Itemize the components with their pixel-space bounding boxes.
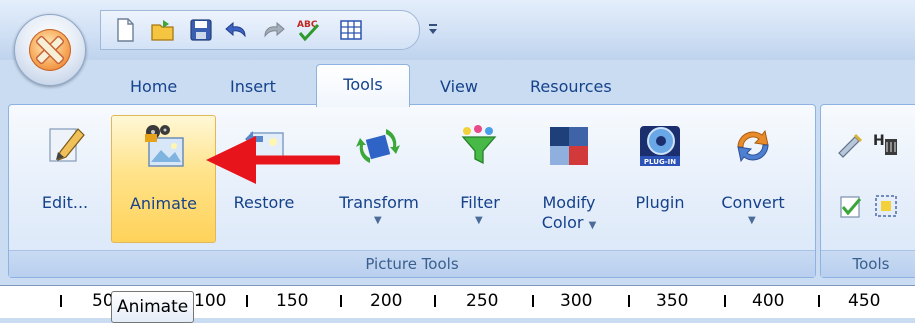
ribbon-tabs: Home Insert Tools View Resources bbox=[0, 60, 915, 107]
modify-color-label-line1: Modify bbox=[542, 193, 596, 212]
convert-dropdown-icon: ▼ bbox=[748, 215, 756, 226]
restore-button-label: Restore bbox=[233, 193, 295, 212]
ruler-tick bbox=[724, 295, 726, 307]
modify-color-dropdown-icon: ▼ bbox=[588, 220, 597, 231]
film-animate-icon bbox=[144, 125, 184, 167]
transform-button[interactable]: Transform ▼ bbox=[327, 115, 431, 241]
office-logo-icon bbox=[35, 35, 65, 65]
undo-icon[interactable] bbox=[223, 16, 251, 44]
tab-resources[interactable]: Resources bbox=[528, 70, 614, 104]
modify-color-label-line2: Color ▼ bbox=[525, 213, 613, 236]
transform-dropdown-icon: ▼ bbox=[374, 215, 382, 226]
annotation-arrow-icon bbox=[206, 136, 340, 184]
plugin-button-label: Plugin bbox=[635, 193, 685, 212]
svg-text:PLUG-IN: PLUG-IN bbox=[644, 158, 676, 166]
wand-icon[interactable] bbox=[835, 129, 865, 159]
ruler-tick bbox=[628, 295, 630, 307]
ruler-label: 150 bbox=[276, 291, 309, 311]
edit-button[interactable]: Edit... bbox=[25, 115, 105, 241]
modify-color-button[interactable]: Modify Color ▼ bbox=[525, 115, 613, 241]
ruler-label: 200 bbox=[370, 291, 403, 311]
quick-access-toolbar: ABC bbox=[100, 10, 420, 50]
plugin-cube-icon: PLUG-IN bbox=[640, 126, 680, 166]
save-icon[interactable] bbox=[187, 16, 215, 44]
spelling-check-icon[interactable]: ABC bbox=[295, 16, 323, 44]
filter-button[interactable]: Filter ▼ bbox=[441, 115, 519, 241]
ruler-label: 450 bbox=[848, 291, 881, 311]
animate-button-label: Animate bbox=[129, 194, 198, 213]
color-squares-icon bbox=[550, 127, 588, 165]
tab-view[interactable]: View bbox=[438, 70, 480, 104]
svg-text:H: H bbox=[873, 133, 885, 149]
customize-quick-access-icon[interactable] bbox=[426, 20, 440, 38]
filter-button-label: Filter bbox=[460, 193, 500, 212]
ruler-label: 100 bbox=[194, 291, 227, 311]
picture-tools-group-label: Picture Tools bbox=[9, 250, 815, 277]
table-icon[interactable] bbox=[337, 16, 365, 44]
office-button[interactable] bbox=[14, 14, 86, 86]
tools-group-label: Tools bbox=[821, 250, 915, 277]
ruler-tick bbox=[434, 295, 436, 307]
transform-button-label: Transform bbox=[339, 193, 419, 212]
convert-arrows-icon bbox=[737, 129, 769, 163]
modify-color-label: Modify Color ▼ bbox=[525, 193, 613, 236]
convert-button[interactable]: Convert ▼ bbox=[709, 115, 797, 241]
plugin-button[interactable]: PLUG-IN Plugin bbox=[625, 115, 695, 241]
ruler-label: 400 bbox=[752, 291, 785, 311]
ruler-tick bbox=[340, 295, 342, 307]
funnel-filter-icon bbox=[461, 125, 497, 165]
check-edit-icon[interactable] bbox=[835, 191, 865, 221]
ruler-label: 250 bbox=[466, 291, 499, 311]
ruler-tick bbox=[246, 295, 248, 307]
open-folder-icon[interactable] bbox=[149, 16, 177, 44]
tab-tools[interactable]: Tools bbox=[316, 64, 410, 107]
text-delete-icon[interactable]: H bbox=[871, 129, 901, 159]
ruler-tick bbox=[818, 295, 820, 307]
ruler-tick bbox=[60, 295, 62, 307]
edit-button-label: Edit... bbox=[41, 193, 89, 212]
ruler-tick bbox=[532, 295, 534, 307]
new-document-icon[interactable] bbox=[111, 16, 139, 44]
ruler-label: 300 bbox=[560, 291, 593, 311]
convert-button-label: Convert bbox=[721, 193, 785, 212]
select-region-icon[interactable] bbox=[871, 191, 901, 221]
transform-arrows-icon bbox=[356, 129, 400, 163]
pencil-edit-icon bbox=[49, 128, 85, 162]
filter-dropdown-icon: ▼ bbox=[475, 215, 483, 226]
tools-group: H Tools bbox=[820, 104, 915, 278]
tab-home[interactable]: Home bbox=[128, 70, 179, 104]
tab-insert[interactable]: Insert bbox=[228, 70, 278, 104]
ribbon: Edit... Animate Restore Transform ▼ Filt… bbox=[8, 104, 915, 280]
redo-icon[interactable] bbox=[259, 16, 287, 44]
animate-tooltip: Animate bbox=[111, 291, 195, 323]
modify-color-label-color: Color bbox=[541, 213, 584, 232]
picture-tools-group: Edit... Animate Restore Transform ▼ Filt… bbox=[8, 104, 816, 278]
ruler-label: 350 bbox=[656, 291, 689, 311]
